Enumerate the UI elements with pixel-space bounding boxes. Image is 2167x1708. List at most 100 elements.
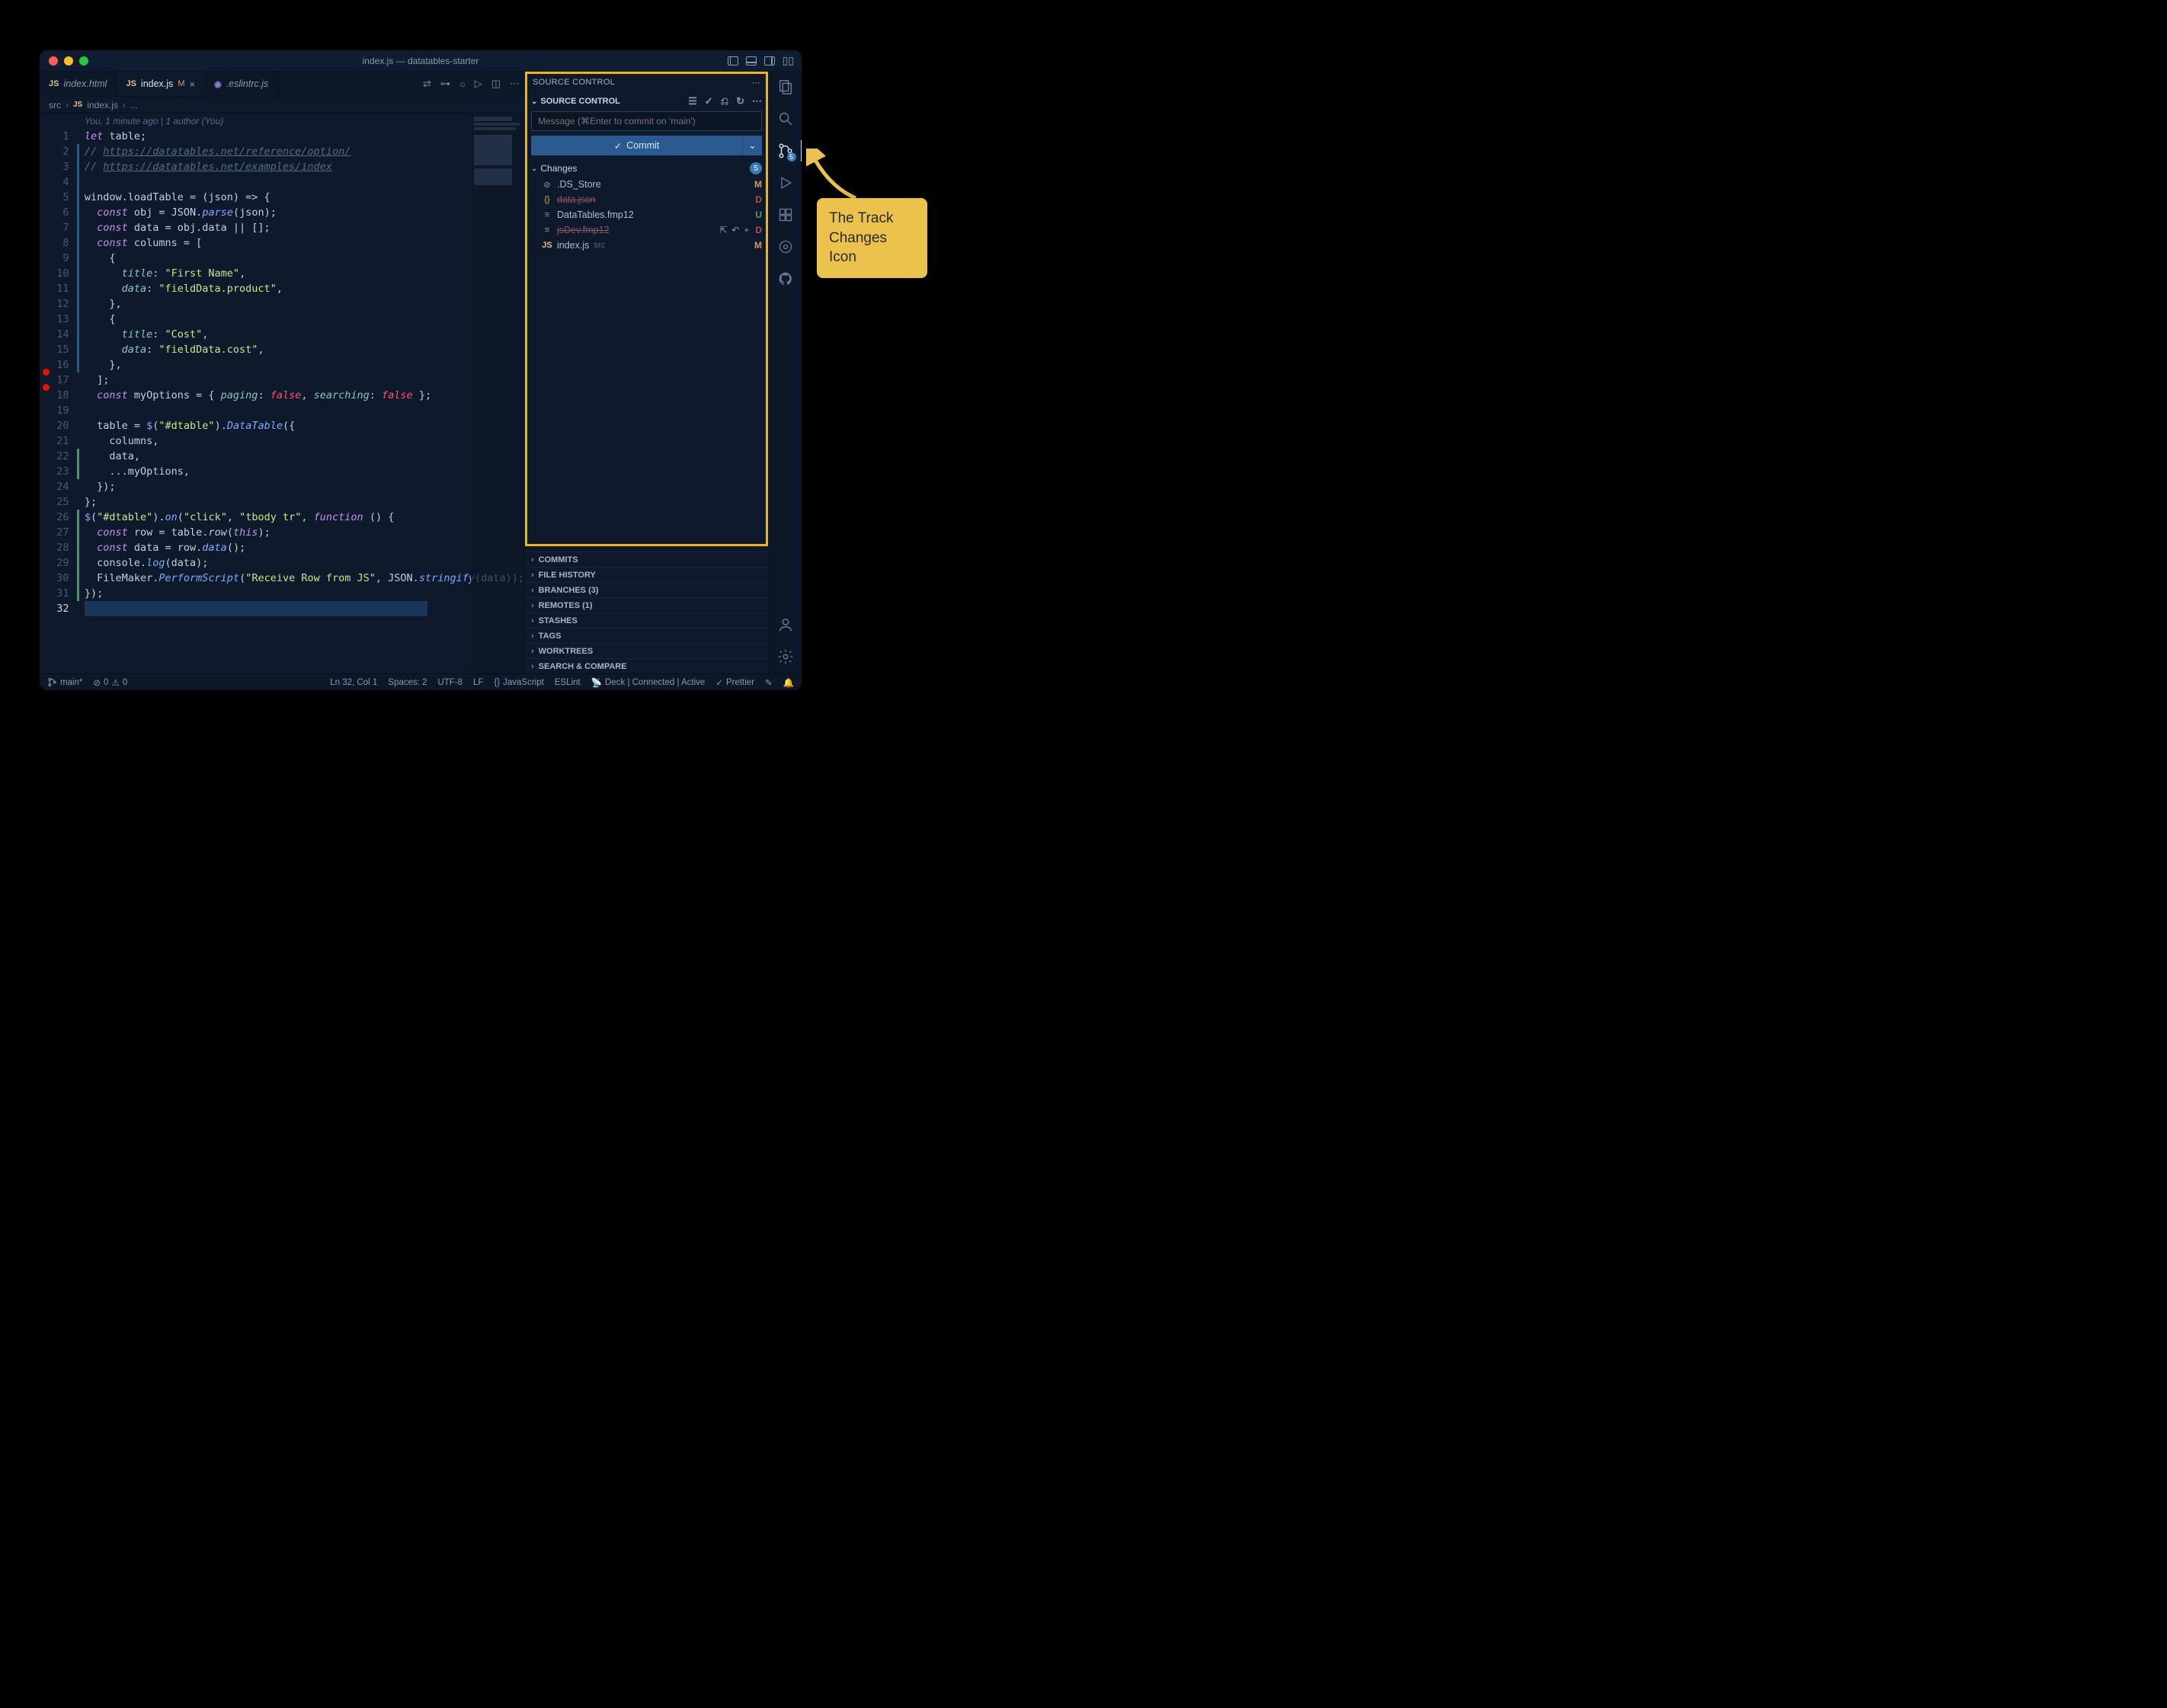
scm-collapsed-section[interactable]: ›SEARCH & COMPARE [525, 658, 768, 673]
code-line[interactable]: FileMaker.PerformScript("Receive Row fro… [85, 571, 524, 586]
code-line[interactable] [85, 403, 524, 418]
code-line[interactable]: // https://datatables.net/examples/index [85, 159, 524, 174]
code-line[interactable]: }); [85, 586, 524, 601]
open-file-icon[interactable]: ⇱ [719, 225, 727, 235]
code-line[interactable]: }; [85, 494, 524, 510]
more-actions-icon[interactable]: ⋯ [752, 95, 762, 107]
code-line[interactable]: const row = table.row(this); [85, 525, 524, 540]
scm-repo-header[interactable]: ⌄ SOURCE CONTROL ☰ ✓ ⎌ ↻ ⋯ [525, 93, 768, 110]
code-line[interactable]: const obj = JSON.parse(json); [85, 205, 524, 220]
create-pr-icon[interactable]: ⎌ [721, 95, 728, 107]
minimap[interactable] [471, 114, 524, 673]
breadcrumb-part[interactable]: index.js [87, 100, 118, 110]
git-commit-icon[interactable]: ⊶ [440, 78, 450, 90]
deck-status[interactable]: 📡 Deck | Connected | Active [591, 677, 706, 688]
changes-section-header[interactable]: ⌄ Changes 5 [525, 160, 768, 177]
eol-status[interactable]: LF [473, 678, 483, 687]
scm-file-row[interactable]: ≡DataTables.fmp12 U [525, 207, 768, 222]
more-actions-icon[interactable]: ⋯ [510, 78, 520, 90]
code-line[interactable]: }); [85, 479, 524, 494]
code-line[interactable]: title: "Cost", [85, 327, 524, 342]
search-icon[interactable] [776, 110, 795, 128]
extensions-icon[interactable] [776, 206, 795, 224]
scm-file-row[interactable]: JSindex.js src M [525, 238, 768, 253]
scm-collapsed-section[interactable]: ›REMOTES (1) [525, 597, 768, 613]
code-line[interactable]: window.loadTable = (json) => { [85, 190, 524, 205]
code-line[interactable]: console.log(data); [85, 555, 524, 571]
code-line[interactable]: const data = obj.data || []; [85, 220, 524, 235]
code-line[interactable]: const data = row.data(); [85, 540, 524, 555]
tab-eslintrc[interactable]: ◉ .eslintrc.js [205, 72, 278, 96]
notifications-icon[interactable]: 🔔 [783, 677, 794, 688]
view-as-tree-icon[interactable]: ☰ [688, 95, 697, 107]
code-line[interactable]: const columns = [ [85, 235, 524, 251]
encoding-status[interactable]: UTF-8 [437, 678, 463, 687]
compare-changes-icon[interactable]: ⇄ [423, 78, 431, 90]
minimize-window-button[interactable] [64, 56, 73, 66]
code-line[interactable]: $("#dtable").on("click", "tbody tr", fun… [85, 510, 524, 525]
code-line[interactable]: title: "First Name", [85, 266, 524, 281]
code-line[interactable]: data, [85, 449, 524, 464]
scm-file-row[interactable]: ⊘.DS_Store M [525, 177, 768, 192]
run-icon[interactable] [776, 174, 795, 192]
code-line[interactable]: ...myOptions, [85, 464, 524, 479]
scm-collapsed-section[interactable]: ›WORKTREES [525, 643, 768, 658]
scm-file-row[interactable]: ≡jsDev.fmp12 ⇱↶+D [525, 222, 768, 238]
commit-message-input[interactable] [531, 111, 762, 131]
settings-icon[interactable] [776, 648, 795, 666]
github-icon[interactable] [776, 270, 795, 288]
code-line[interactable]: { [85, 251, 524, 266]
git-graph-icon[interactable]: ○ [459, 78, 466, 90]
indentation-status[interactable]: Spaces: 2 [388, 678, 427, 687]
scm-collapsed-section[interactable]: ›COMMITS [525, 552, 768, 567]
cursor-position-status[interactable]: Ln 32, Col 1 [330, 678, 377, 687]
breakpoint-gutter[interactable] [40, 114, 50, 673]
code-line[interactable]: data: "fieldData.cost", [85, 342, 524, 357]
branch-status[interactable]: main* [47, 677, 82, 687]
gitlens-icon[interactable] [776, 238, 795, 256]
toggle-right-panel-icon[interactable] [764, 56, 775, 66]
close-tab-icon[interactable]: × [189, 78, 195, 90]
code-line[interactable]: }, [85, 357, 524, 373]
toggle-left-panel-icon[interactable] [728, 56, 738, 66]
scm-collapsed-section[interactable]: ›TAGS [525, 628, 768, 643]
feedback-icon[interactable]: ✎ [765, 677, 773, 688]
editor-content[interactable]: 1234567891011121314151617181920212223242… [40, 114, 524, 673]
breakpoint-icon[interactable] [43, 384, 50, 391]
eslint-status[interactable]: ESLint [555, 678, 581, 687]
breakpoint-icon[interactable] [43, 369, 50, 376]
code-line[interactable]: // https://datatables.net/reference/opti… [85, 144, 524, 159]
code-line[interactable]: }, [85, 296, 524, 312]
maximize-window-button[interactable] [79, 56, 88, 66]
code-line[interactable] [85, 174, 524, 190]
code-line[interactable]: table = $("#dtable").DataTable({ [85, 418, 524, 433]
tab-index-html[interactable]: JS index.html [40, 72, 117, 96]
more-actions-icon[interactable]: ⋯ [752, 78, 760, 88]
code-line[interactable]: ]; [85, 373, 524, 388]
tab-index-js[interactable]: JS index.js M × [117, 72, 205, 96]
scm-collapsed-section[interactable]: ›FILE HISTORY [525, 567, 768, 582]
code-line[interactable]: { [85, 312, 524, 327]
code-line[interactable]: data: "fieldData.product", [85, 281, 524, 296]
commit-button[interactable]: ✓ Commit [531, 136, 742, 155]
close-window-button[interactable] [49, 56, 58, 66]
scm-collapsed-section[interactable]: ›BRANCHES (3) [525, 582, 768, 597]
stage-icon[interactable]: + [744, 225, 749, 235]
account-icon[interactable] [776, 616, 795, 634]
code-content[interactable]: You, 1 minute ago | 1 author (You)let ta… [78, 114, 524, 673]
discard-icon[interactable]: ↶ [731, 225, 739, 235]
code-line[interactable]: columns, [85, 433, 524, 449]
customize-layout-icon[interactable]: ▯▯ [783, 54, 794, 67]
language-status[interactable]: {} JavaScript [494, 678, 543, 687]
commit-icon[interactable]: ✓ [705, 95, 713, 107]
code-line[interactable]: let table; [85, 129, 524, 144]
prettier-status[interactable]: ✓ Prettier [715, 677, 754, 688]
refresh-icon[interactable]: ↻ [736, 95, 744, 107]
split-editor-icon[interactable]: ◫ [491, 78, 501, 90]
code-line[interactable] [85, 601, 524, 616]
code-line[interactable]: const myOptions = { paging: false, searc… [85, 388, 524, 403]
explorer-icon[interactable] [776, 78, 795, 96]
toggle-bottom-panel-icon[interactable] [746, 56, 757, 66]
run-code-icon[interactable]: ▷ [475, 78, 482, 90]
problems-status[interactable]: ⊘0 ⚠0 [93, 677, 127, 688]
